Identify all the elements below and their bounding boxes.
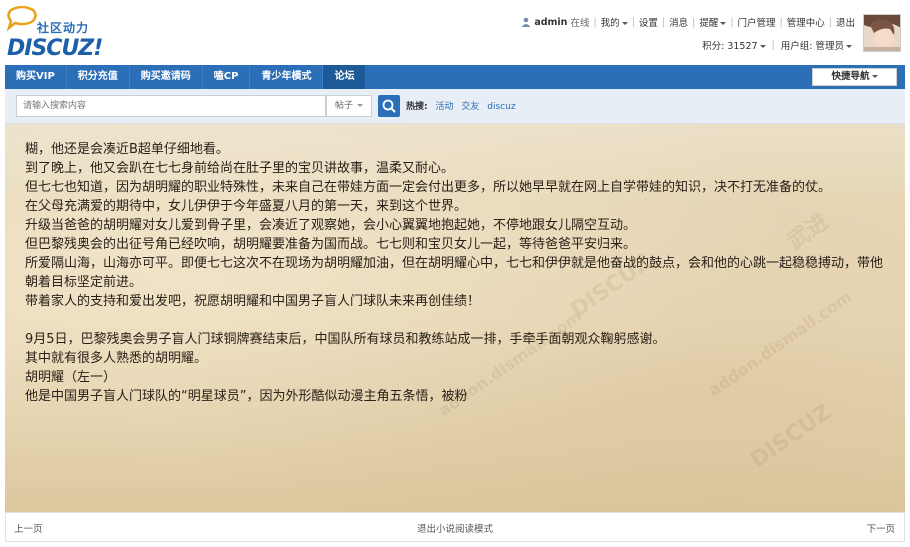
paragraph: 但巴黎残奥会的出征号角已经吹响，胡明耀要准备为国而战。七七则和宝贝女儿一起，等待… (25, 237, 637, 252)
quick-nav-label: 快捷导航 (831, 71, 870, 82)
paragraph: 糊，他还是会凑近B超单仔细地看。 (25, 142, 229, 157)
site-logo[interactable]: 社区动力 DISCUZ! (5, 6, 105, 61)
nav-points-recharge[interactable]: 积分充值 (65, 65, 129, 89)
avatar[interactable] (863, 14, 901, 52)
chevron-down-icon (621, 22, 628, 25)
chevron-down-icon (357, 104, 364, 107)
avatar-image (864, 15, 900, 51)
user-icon (521, 17, 531, 27)
paragraph: 升级当爸爸的胡明耀对女儿爱到骨子里，会凑近了观察她，会小心翼翼地抱起她，不停地跟… (25, 218, 637, 233)
chat-bubble-icon (6, 6, 37, 32)
hot-search-link[interactable]: 活动 (435, 102, 453, 112)
user-group-label: 用户组: 管理员 (780, 41, 844, 52)
nav-forum[interactable]: 论坛 (322, 65, 366, 89)
divider: | (730, 16, 734, 28)
logo-text-en: DISCUZ! (7, 36, 103, 61)
reader-footer: 上一页 退出小说阅读模式 下一页 (5, 512, 905, 542)
nav-buy-invite-code[interactable]: 购买邀请码 (128, 65, 202, 89)
nav-teen-mode[interactable]: 青少年模式 (249, 65, 322, 89)
chevron-down-icon (759, 45, 766, 48)
divider: | (692, 16, 696, 28)
divider: | (828, 16, 832, 28)
paragraph: 但七七也知道，因为胡明耀的职业特殊性，未来自己在带娃方面一定会付出更多，所以她早… (25, 180, 832, 195)
watermark: DISCUZ (746, 399, 837, 474)
username-link[interactable]: admin (534, 17, 567, 28)
hot-search-link[interactable]: discuz (487, 102, 515, 112)
online-status: 在线 (570, 18, 590, 29)
paragraph: 其中就有很多人熟悉的胡明耀。 (25, 351, 208, 366)
chevron-down-icon (871, 75, 878, 78)
quick-nav-button[interactable]: 快捷导航 (812, 68, 897, 86)
search-type-label: 帖子 (335, 101, 354, 111)
paragraph: 带着家人的支持和爱出发吧，祝愿胡明耀和中国男子盲人门球队未来再创佳绩！ (25, 294, 481, 309)
search-bar: 帖子 热搜: 活动 交友 discuz (5, 89, 905, 124)
paragraph: 胡明耀（左一） (25, 370, 117, 385)
chevron-down-icon (846, 45, 852, 48)
points-menu[interactable]: 积分: 31527 (702, 38, 766, 52)
my-menu-label: 我的 (600, 18, 620, 29)
divider: | (771, 39, 775, 51)
novel-text: 糊，他还是会凑近B超单仔细地看。 到了晚上，他又会趴在七七身前给尚在肚子里的宝贝… (25, 140, 895, 406)
novel-reader: DISCUZ addon.dismall.com addon.dismall.c… (5, 124, 905, 512)
my-menu[interactable]: 我的 (601, 15, 628, 29)
divider: | (593, 16, 597, 28)
logout-link[interactable]: 退出 (836, 15, 855, 29)
hot-search-link[interactable]: 交友 (461, 102, 479, 112)
settings-link[interactable]: 设置 (639, 15, 658, 29)
divider: | (661, 16, 666, 28)
search-type-select[interactable]: 帖子 (326, 95, 372, 117)
user-toolbar: admin 在线 | 我的 | 设置 | 消息 | 提醒 | 门户管理 | 管理… (521, 15, 855, 29)
paragraph: 他是中国男子盲人门球队的“明星球员”，因为外形酷似动漫主角五条悟，被粉 (25, 389, 468, 404)
nav-cp[interactable]: 嗑CP (201, 65, 250, 89)
reminders-menu[interactable]: 提醒 (699, 15, 727, 29)
admin-center-link[interactable]: 管理中心 (787, 15, 825, 29)
portal-admin-link[interactable]: 门户管理 (738, 15, 776, 29)
search-button[interactable] (378, 95, 400, 117)
user-stats: 积分: 31527 | 用户组: 管理员 (702, 38, 852, 52)
paragraph: 所爱隔山海，山海亦可平。即便七七这次不在现场为胡明耀加油，但在胡明耀心中，七七和… (25, 256, 884, 290)
messages-link[interactable]: 消息 (669, 15, 688, 29)
reminders-label: 提醒 (699, 18, 719, 29)
next-page-link[interactable]: 下一页 (866, 521, 895, 535)
hot-search-label: 热搜: (406, 102, 428, 112)
divider: | (779, 16, 783, 28)
chevron-down-icon (720, 22, 727, 25)
divider: | (631, 16, 635, 28)
paragraph: 到了晚上，他又会趴在七七身前给尚在肚子里的宝贝讲故事，温柔又耐心。 (25, 161, 455, 176)
site-header: 社区动力 DISCUZ! admin 在线 | 我的 | 设置 | 消息 | 提… (0, 0, 910, 64)
user-group-menu[interactable]: 用户组: 管理员 (781, 38, 852, 52)
search-input[interactable] (16, 95, 326, 117)
logo-text-cn: 社区动力 (37, 21, 90, 35)
nav-buy-vip[interactable]: 购买VIP (5, 65, 66, 89)
paragraph: 9月5日，巴黎残奥会男子盲人门球铜牌赛结束后，中国队所有球员和教练站成一排，手牵… (25, 332, 666, 347)
exit-reader-mode-link[interactable]: 退出小说阅读模式 (6, 521, 904, 535)
paragraph: 在父母充满爱的期待中，女儿伊伊于今年盛夏八月的第一天，来到这个世界。 (25, 199, 468, 214)
hot-searches: 热搜: 活动 交友 discuz (406, 99, 516, 112)
main-nav: 购买VIP 积分充值 购买邀请码 嗑CP 青少年模式 论坛 快捷导航 (5, 65, 905, 89)
points-label: 积分: 31527 (702, 41, 758, 52)
search-icon (382, 99, 396, 113)
